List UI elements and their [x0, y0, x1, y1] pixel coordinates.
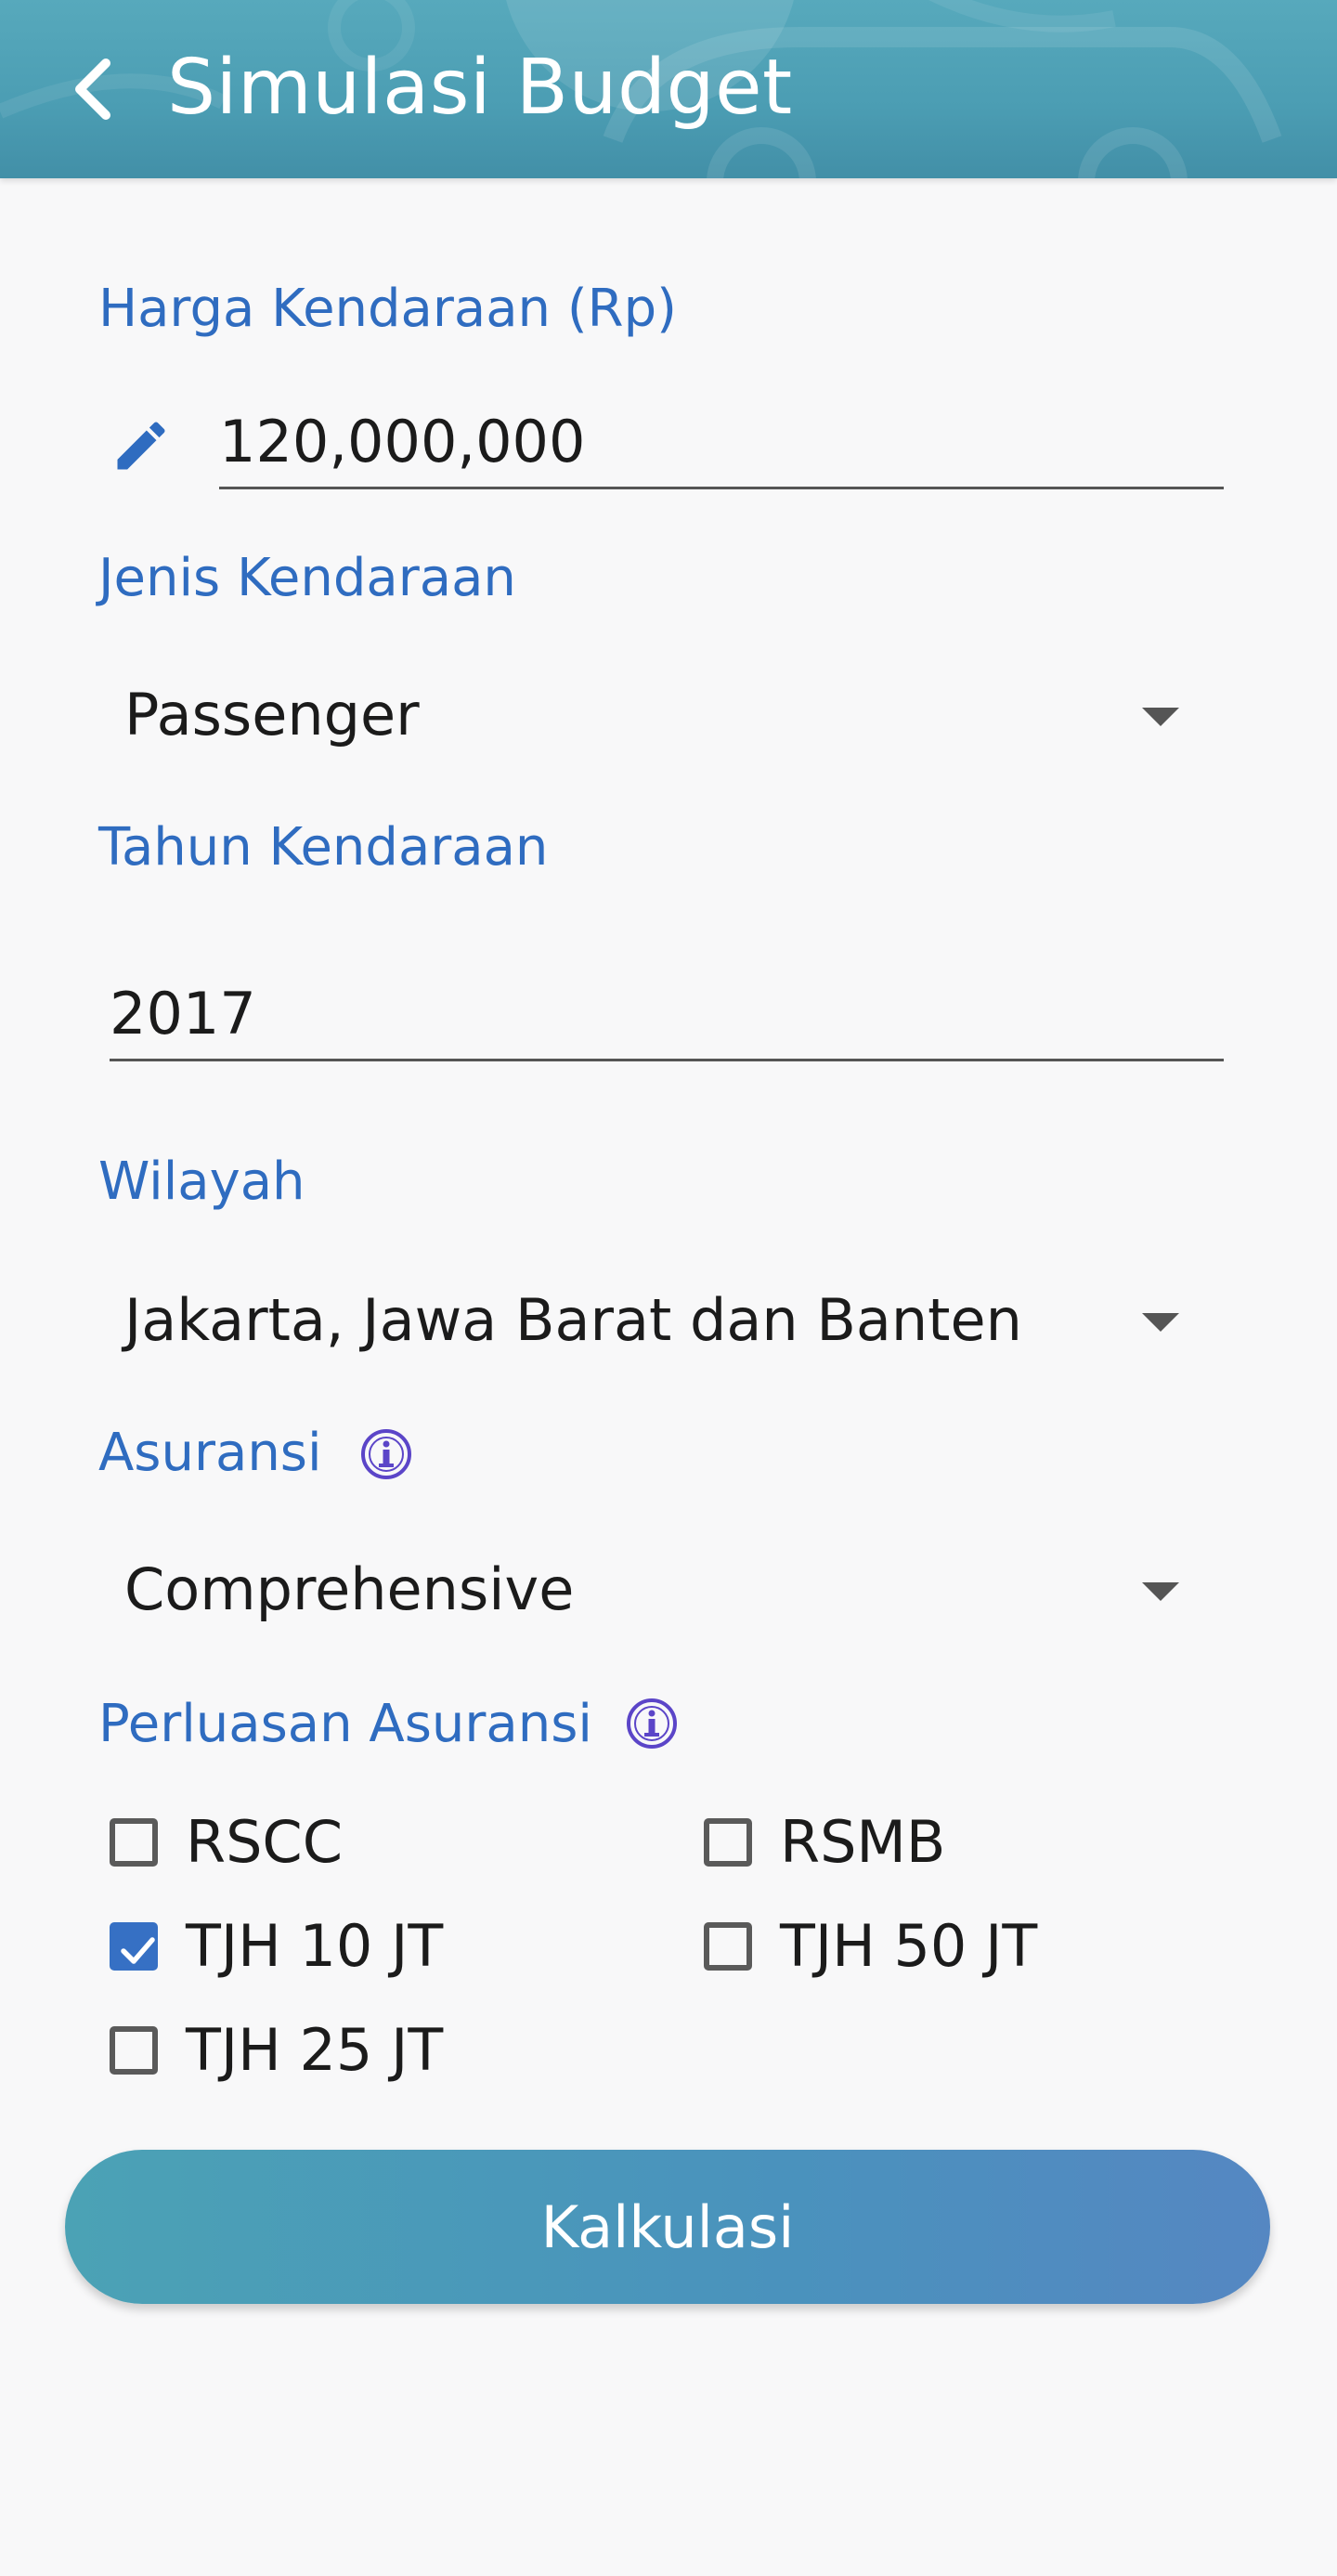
vehicle-type-label: Jenis Kendaraan	[98, 548, 516, 608]
vehicle-year-underline	[110, 1059, 1224, 1061]
insurance-dropdown[interactable]: Comprehensive	[98, 1543, 1224, 1636]
price-input[interactable]: 120,000,000	[219, 405, 585, 479]
checkbox-label: TJH 10 JT	[186, 1912, 444, 1980]
vehicle-year-label: Tahun Kendaraan	[98, 817, 549, 878]
checkmark-icon	[121, 1937, 155, 1964]
insurance-label: Asuransi	[98, 1423, 322, 1483]
calculate-button-label: Kalkulasi	[540, 2192, 795, 2261]
vehicle-type-dropdown[interactable]: Passenger	[98, 669, 1224, 761]
pencil-icon	[117, 422, 165, 470]
dropdown-arrow-icon	[1142, 708, 1179, 726]
checkbox-label: RSCC	[186, 1808, 344, 1876]
price-label: Harga Kendaraan (Rp)	[98, 279, 677, 339]
info-icon[interactable]	[358, 1426, 414, 1482]
region-dropdown[interactable]: Jakarta, Jawa Barat dan Banten	[98, 1274, 1224, 1367]
app-bar: Simulasi Budget	[0, 0, 1337, 178]
price-input-underline	[219, 487, 1224, 489]
checkbox-label: TJH 50 JT	[780, 1912, 1038, 1980]
checkbox[interactable]	[110, 1818, 158, 1867]
page-title: Simulasi Budget	[167, 44, 793, 132]
checkbox-checked[interactable]	[110, 1922, 158, 1971]
region-label: Wilayah	[98, 1151, 305, 1212]
vehicle-year-input[interactable]: 2017	[110, 977, 256, 1051]
calculate-button[interactable]: Kalkulasi	[65, 2150, 1270, 2304]
checkbox-label: RSMB	[780, 1808, 946, 1876]
checkbox[interactable]	[704, 1922, 752, 1971]
dropdown-arrow-icon	[1142, 1582, 1179, 1601]
region-value: Jakarta, Jawa Barat dan Banten	[124, 1286, 1022, 1354]
checkbox[interactable]	[704, 1818, 752, 1867]
insurance-value: Comprehensive	[124, 1555, 575, 1623]
back-button[interactable]	[48, 45, 137, 134]
chevron-left-icon	[75, 59, 110, 120]
checkbox-label: TJH 25 JT	[186, 2016, 444, 2084]
dropdown-arrow-icon	[1142, 1313, 1179, 1332]
checkbox[interactable]	[110, 2026, 158, 2075]
info-icon[interactable]	[624, 1696, 680, 1751]
vehicle-type-value: Passenger	[124, 681, 420, 748]
extension-label: Perluasan Asuransi	[98, 1694, 592, 1754]
